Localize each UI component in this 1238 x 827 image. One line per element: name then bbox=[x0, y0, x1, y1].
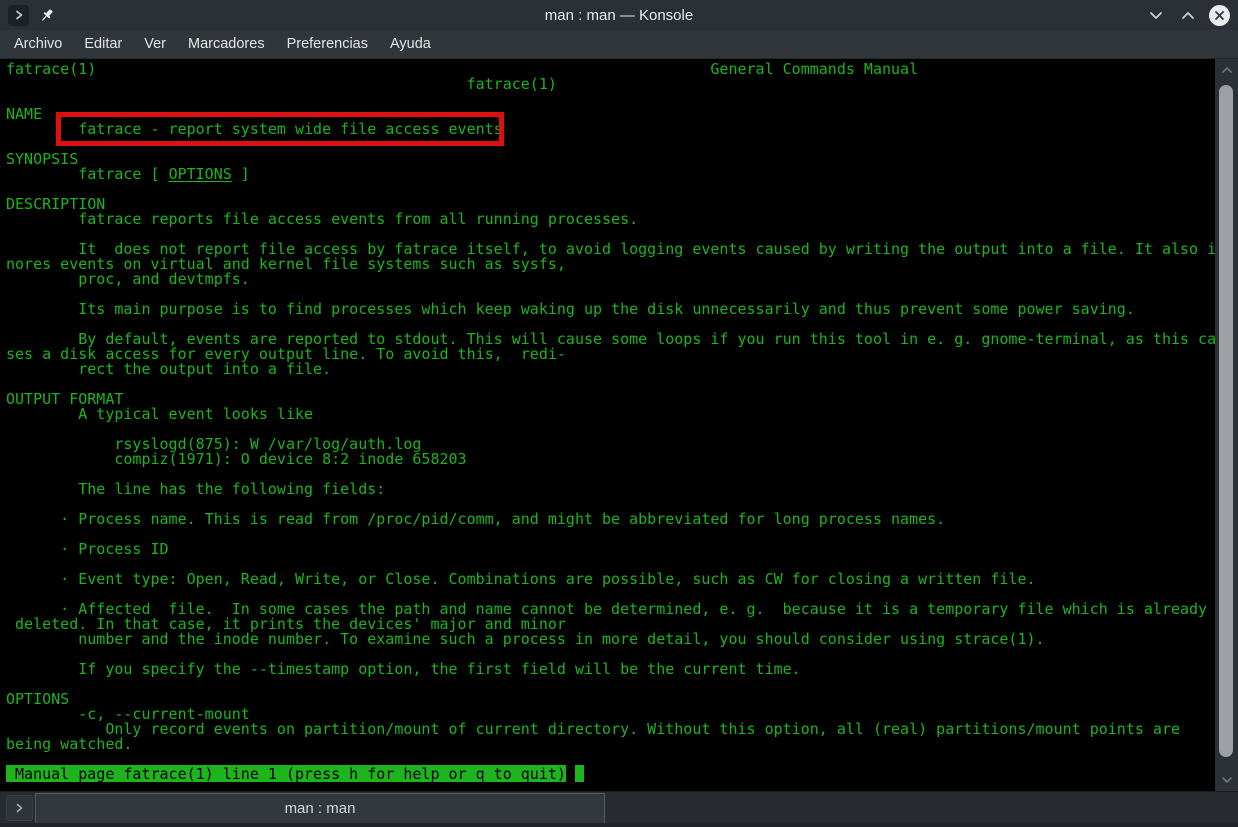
terminal-line bbox=[6, 92, 1215, 107]
pin-icon[interactable] bbox=[38, 6, 56, 24]
menu-item-archivo[interactable]: Archivo bbox=[3, 32, 73, 56]
terminal-line: Manual page fatrace(1) line 1 (press h f… bbox=[6, 767, 1215, 782]
terminal-line bbox=[6, 527, 1215, 542]
window-controls bbox=[1145, 4, 1230, 26]
tab-expand-button[interactable] bbox=[6, 795, 33, 821]
window-menu-button[interactable] bbox=[8, 5, 29, 26]
terminal-line: fatrace reports file access events from … bbox=[6, 212, 1215, 227]
menu-bar: ArchivoEditarVerMarcadoresPreferenciasAy… bbox=[0, 30, 1238, 59]
menu-item-marcadores[interactable]: Marcadores bbox=[177, 32, 276, 56]
terminal-line bbox=[6, 377, 1215, 392]
menu-item-editar[interactable]: Editar bbox=[73, 32, 133, 56]
terminal-line bbox=[6, 677, 1215, 692]
window-title: man : man — Konsole bbox=[0, 7, 1238, 24]
terminal-line: Its main purpose is to find processes wh… bbox=[6, 302, 1215, 317]
maximize-button[interactable] bbox=[1177, 4, 1199, 26]
terminal-line: fatrace [ OPTIONS ] bbox=[6, 167, 1215, 182]
scrollbar-thumb[interactable] bbox=[1219, 85, 1233, 757]
terminal-text: fatrace(1) General Commands Manual fatra… bbox=[6, 62, 1215, 782]
tab-label: man : man bbox=[285, 800, 356, 817]
scroll-down-button[interactable] bbox=[1215, 769, 1238, 791]
terminal-area[interactable]: fatrace(1) General Commands Manual fatra… bbox=[0, 59, 1238, 791]
terminal-line: being watched. bbox=[6, 737, 1215, 752]
terminal-line: rect the output into a file. bbox=[6, 362, 1215, 377]
tab-man[interactable]: man : man bbox=[35, 793, 605, 823]
terminal-line: · Process name. This is read from /proc/… bbox=[6, 512, 1215, 527]
chevron-down-icon bbox=[1149, 11, 1163, 20]
menu-item-ayuda[interactable]: Ayuda bbox=[379, 32, 442, 56]
close-button[interactable] bbox=[1209, 5, 1230, 26]
konsole-window: man : man — Konsole ArchivoEditarVerMarc… bbox=[0, 0, 1238, 827]
title-bar: man : man — Konsole bbox=[0, 0, 1238, 30]
terminal-line: proc, and devtmpfs. bbox=[6, 272, 1215, 287]
terminal-line: The line has the following fields: bbox=[6, 482, 1215, 497]
menu-item-preferencias[interactable]: Preferencias bbox=[276, 32, 379, 56]
menu-item-ver[interactable]: Ver bbox=[133, 32, 177, 56]
terminal-line bbox=[6, 137, 1215, 152]
minimize-button[interactable] bbox=[1145, 4, 1167, 26]
terminal-line: · Event type: Open, Read, Write, or Clos… bbox=[6, 572, 1215, 587]
terminal-line: If you specify the --timestamp option, t… bbox=[6, 662, 1215, 677]
terminal-prompt-icon bbox=[14, 10, 24, 20]
chevron-down-icon bbox=[1221, 776, 1233, 784]
close-icon bbox=[1214, 10, 1225, 21]
terminal-line: compiz(1971): O device 8:2 inode 658203 bbox=[6, 452, 1215, 467]
terminal-line bbox=[6, 182, 1215, 197]
terminal-line: fatrace(1) bbox=[6, 77, 1215, 92]
chevron-up-icon bbox=[1221, 66, 1233, 74]
terminal-line: · Process ID bbox=[6, 542, 1215, 557]
terminal-line: fatrace - report system wide file access… bbox=[6, 122, 1215, 137]
scroll-up-button[interactable] bbox=[1215, 59, 1238, 81]
chevron-right-icon bbox=[15, 803, 24, 813]
scrollbar bbox=[1215, 59, 1238, 791]
terminal-line: A typical event looks like bbox=[6, 407, 1215, 422]
scrollbar-track[interactable] bbox=[1215, 81, 1238, 769]
terminal-line: number and the inode number. To examine … bbox=[6, 632, 1215, 647]
terminal-line: Only record events on partition/mount of… bbox=[6, 722, 1215, 737]
tab-bar: man : man bbox=[0, 791, 1238, 827]
chevron-up-icon bbox=[1181, 11, 1195, 20]
